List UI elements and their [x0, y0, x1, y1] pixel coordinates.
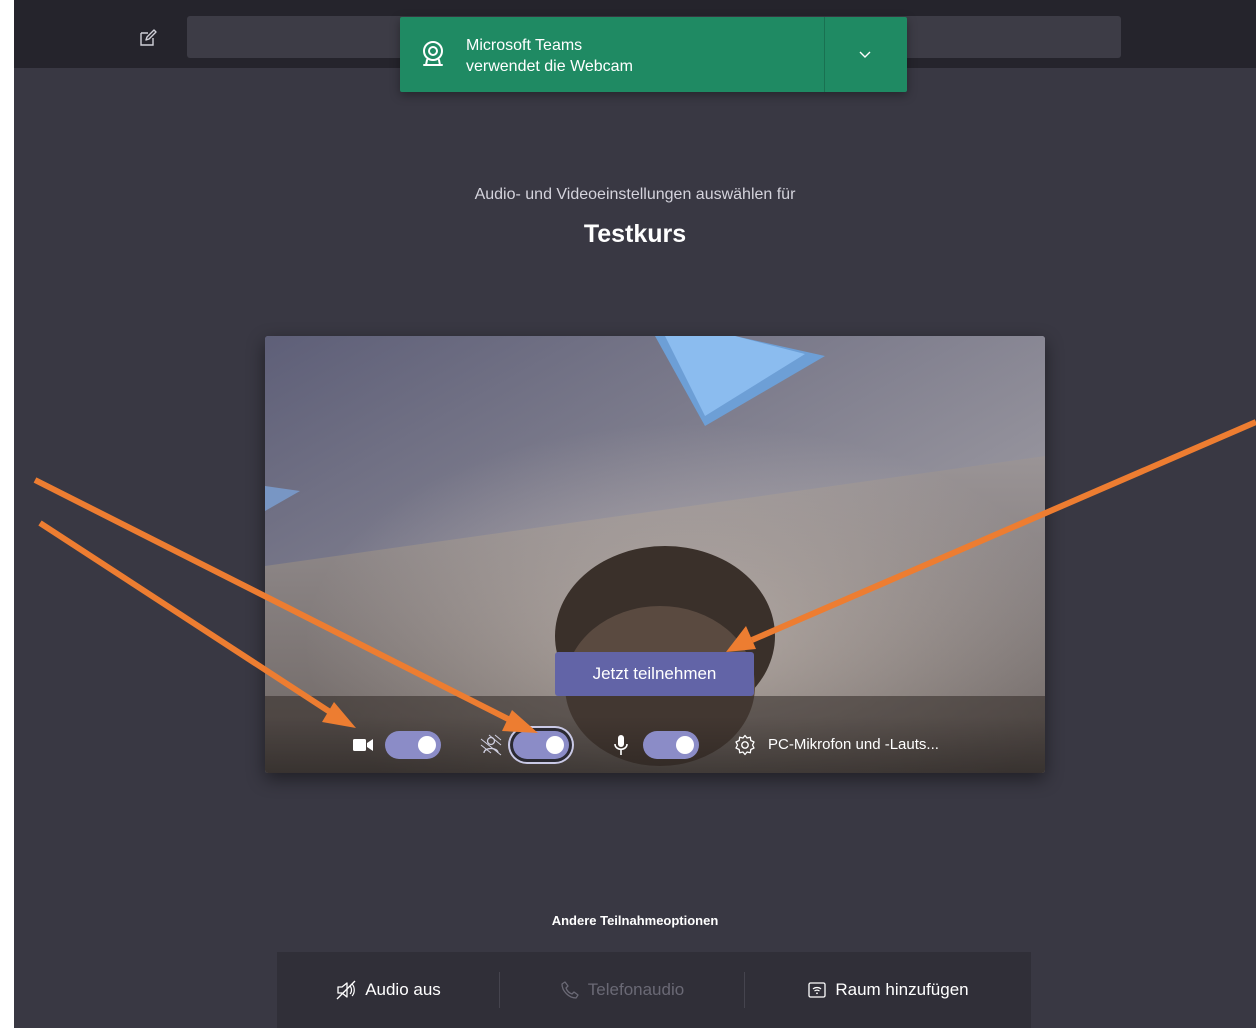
- join-now-button[interactable]: Jetzt teilnehmen: [555, 652, 754, 696]
- camera-preview-image: [265, 336, 1045, 773]
- teams-window: Microsoft Teams verwendet die Webcam Aud…: [14, 0, 1256, 1028]
- room-cast-icon: [808, 982, 827, 998]
- notification-text: Microsoft Teams verwendet die Webcam: [466, 35, 633, 77]
- device-controls: PC-Mikrofon und -Lauts...: [265, 716, 1045, 773]
- add-room-option[interactable]: Raum hinzufügen: [745, 952, 1031, 1028]
- video-camera-icon: [353, 739, 373, 751]
- microphone-toggle[interactable]: [643, 731, 699, 759]
- audio-off-option[interactable]: Audio aus: [277, 952, 499, 1028]
- toggle-knob: [676, 736, 694, 754]
- camera-toggle[interactable]: [385, 731, 441, 759]
- webcam-icon: [423, 41, 443, 66]
- notification-divider: [824, 17, 825, 92]
- add-room-label: Raum hinzufügen: [835, 980, 969, 999]
- other-join-options-title: Andere Teilnahmeoptionen: [551, 913, 719, 928]
- notification-title: Microsoft Teams: [466, 37, 583, 54]
- device-settings-label[interactable]: PC-Mikrofon und -Lauts...: [768, 736, 939, 753]
- toggle-knob: [418, 736, 436, 754]
- other-join-options: Audio aus Telefonaudio Raum hinzufügen: [277, 952, 1031, 1028]
- phone-icon: [561, 981, 579, 999]
- toggle-knob: [546, 736, 564, 754]
- settings-prompt: Audio- und Videoeinstellungen auswählen …: [474, 186, 796, 203]
- notification-message: verwendet die Webcam: [466, 58, 633, 75]
- video-preview: Jetzt teilnehmen PC-Mikrofon und -Lauts.…: [265, 336, 1045, 773]
- chevron-down-icon[interactable]: [856, 45, 874, 63]
- compose-icon[interactable]: [138, 28, 158, 48]
- background-blur-toggle[interactable]: [513, 731, 569, 759]
- audio-off-label: Audio aus: [365, 980, 441, 999]
- microphone-icon: [614, 735, 628, 755]
- background-blur-icon: [480, 734, 502, 756]
- phone-audio-option[interactable]: Telefonaudio: [500, 952, 744, 1028]
- webcam-notification: Microsoft Teams verwendet die Webcam: [400, 17, 907, 92]
- gear-icon[interactable]: [733, 733, 757, 757]
- speaker-off-icon: [336, 980, 356, 1000]
- meeting-title: Testkurs: [583, 220, 687, 248]
- phone-audio-label: Telefonaudio: [587, 980, 685, 999]
